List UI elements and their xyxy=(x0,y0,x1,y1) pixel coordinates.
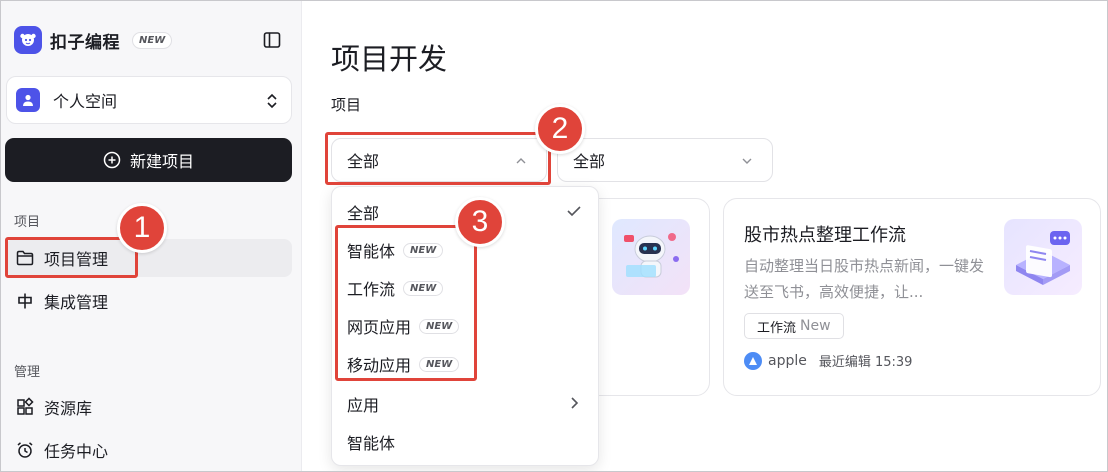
card-tag-label: 工作流 xyxy=(757,320,797,336)
integration-icon xyxy=(18,293,32,309)
sidebar-item-task-center[interactable]: 任务中心 xyxy=(6,431,292,469)
card-description: 自动整理当日股市热点新闻，一键发送至飞书，高效便捷，让... xyxy=(744,257,985,301)
card-owner: apple xyxy=(768,352,807,369)
highlight-box-1 xyxy=(5,237,138,278)
sidebar-toggle-icon[interactable] xyxy=(262,30,282,50)
dropdown-option-agent-legacy[interactable]: 智能体 xyxy=(347,427,587,457)
sidebar-item-label: 任务中心 xyxy=(44,442,109,461)
new-badge: NEW xyxy=(132,31,173,49)
new-project-button[interactable]: 新建项目 xyxy=(5,138,292,182)
section-label-manage: 管理 xyxy=(14,365,41,380)
check-icon xyxy=(567,206,581,217)
chevron-up-down-icon xyxy=(267,93,277,109)
brand-name: 扣子编程 xyxy=(50,32,120,53)
card-edit-time: 最近编辑 15:39 xyxy=(818,355,913,370)
card-meta: apple 最近编辑 15:39 xyxy=(744,351,912,370)
highlight-box-3 xyxy=(335,225,477,381)
option-label: 全部 xyxy=(347,204,380,223)
card-tag-suffix: New xyxy=(800,318,831,334)
sidebar-item-integration-management[interactable]: 集成管理 xyxy=(6,282,292,320)
sidebar-item-library[interactable]: 资源库 xyxy=(6,388,292,426)
news-thumbnail xyxy=(1004,219,1082,295)
plus-circle-icon xyxy=(103,151,121,169)
brand[interactable]: 扣子编程 NEW xyxy=(14,26,173,54)
status-filter-value: 全部 xyxy=(573,152,606,171)
section-label-project: 项目 xyxy=(14,215,41,230)
alarm-clock-icon xyxy=(17,442,33,458)
step-marker-2: 2 xyxy=(535,104,585,154)
library-icon xyxy=(17,397,34,415)
new-project-label: 新建项目 xyxy=(129,152,194,171)
robot-thumbnail xyxy=(612,219,690,295)
card-tag: 工作流 New xyxy=(744,313,844,339)
card-title: 股市热点整理工作流 xyxy=(744,225,906,246)
user-icon xyxy=(16,88,40,112)
page-title: 项目开发 xyxy=(331,42,448,76)
project-card[interactable]: 股市热点整理工作流 自动整理当日股市热点新闻，一键发送至飞书，高效便捷，让...… xyxy=(723,198,1101,396)
option-label: 智能体 xyxy=(347,434,396,453)
option-label: 应用 xyxy=(347,396,380,415)
status-filter-select[interactable]: 全部 xyxy=(557,138,773,182)
step-marker-1: 1 xyxy=(117,203,167,253)
user-avatar-icon xyxy=(744,351,762,370)
space-switcher[interactable]: 个人空间 xyxy=(6,76,292,124)
step-marker-3: 3 xyxy=(455,197,505,247)
sidebar-item-label: 资源库 xyxy=(44,399,93,418)
chevron-right-icon xyxy=(571,397,579,409)
brand-logo-icon xyxy=(14,26,42,54)
chevron-down-icon xyxy=(742,158,752,164)
space-label: 个人空间 xyxy=(53,92,118,111)
filter-label: 项目 xyxy=(331,96,362,114)
sidebar-item-label: 集成管理 xyxy=(44,293,109,312)
highlight-box-2 xyxy=(325,132,551,185)
dropdown-option-app[interactable]: 应用 xyxy=(347,389,587,419)
